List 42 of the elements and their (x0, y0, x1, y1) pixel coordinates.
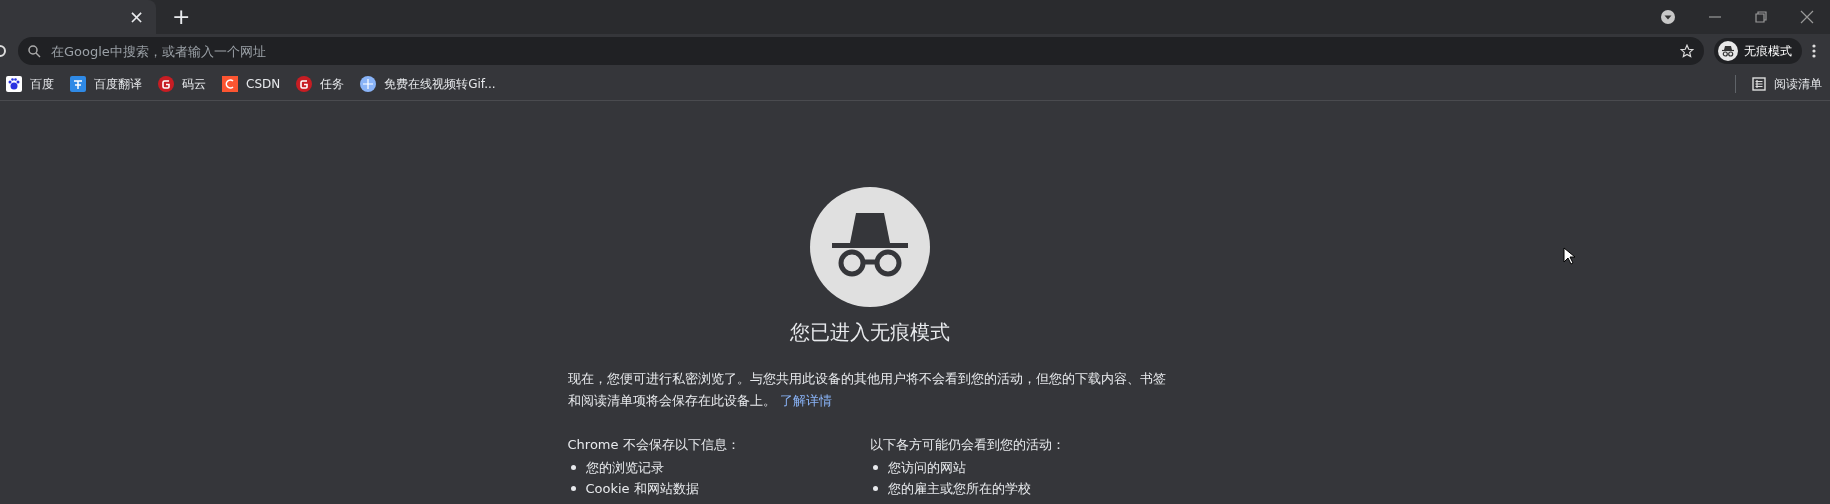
intro-text: 现在，您便可进行私密浏览了。与您共用此设备的其他用户将不会看到您的活动，但您的下载内容、书签和阅读清单项将会保存在此设备上。 了解详情 (567, 370, 1167, 410)
star-icon (1680, 44, 1694, 58)
bullet-icon (570, 486, 576, 491)
close-icon (1800, 10, 1814, 24)
page-title: 您已进入无痕模式 (790, 319, 950, 346)
list-item: Cookie 和网站数据 (585, 480, 699, 498)
incognito-icon (1718, 41, 1738, 61)
tab-search-icon (1660, 9, 1676, 25)
reading-list-button[interactable]: 阅读清单 (1752, 75, 1822, 93)
list-item: 您的雇主或您所在的学校 (888, 480, 1031, 498)
browser-tab[interactable]: × (0, 0, 156, 34)
paw-icon (6, 76, 22, 92)
bookmark-link[interactable]: 免费在线视频转Gif... (360, 75, 496, 93)
bookmark-link[interactable]: 百度翻译 (70, 75, 142, 93)
cursor-icon (1563, 247, 1575, 265)
g-logo-icon (296, 76, 313, 92)
learn-more-link[interactable]: 了解详情 (779, 393, 832, 408)
list-item: 您访问的网站 (888, 459, 966, 477)
bullet-icon (570, 465, 576, 470)
close-tab-button[interactable]: × (124, 7, 148, 27)
menu-icon (1812, 43, 1816, 59)
bookmark-link[interactable]: 码云 (158, 75, 206, 93)
address-bar[interactable]: 在Google中搜索，或者输入一个网址 (18, 37, 1704, 65)
bookmark-link[interactable]: 百度 (6, 75, 54, 93)
search-icon (28, 44, 41, 58)
bookmark-link[interactable]: 任务 (296, 75, 345, 93)
column-heading: 以下各方可能仍会看到您的活动： (870, 436, 1066, 454)
bullet-icon (873, 486, 878, 491)
restore-icon (1754, 10, 1768, 24)
bookmark-link[interactable]: CSDN (222, 76, 281, 92)
bullet-icon (873, 465, 878, 470)
incognito-profile-button[interactable]: 无痕模式 (1714, 38, 1802, 64)
translate-icon (70, 76, 86, 92)
list-icon (1752, 77, 1766, 91)
list-item: 您的浏览记录 (585, 459, 664, 477)
column-heading: Chrome 不会保存以下信息： (567, 436, 741, 454)
g-logo-icon (158, 76, 174, 92)
c-logo-icon (222, 76, 238, 92)
address-input[interactable]: 在Google中搜索，或者输入一个网址 (51, 43, 1670, 59)
incognito-icon (810, 187, 930, 307)
reload-icon (0, 43, 8, 59)
new-tab-button[interactable]: + (168, 7, 195, 27)
